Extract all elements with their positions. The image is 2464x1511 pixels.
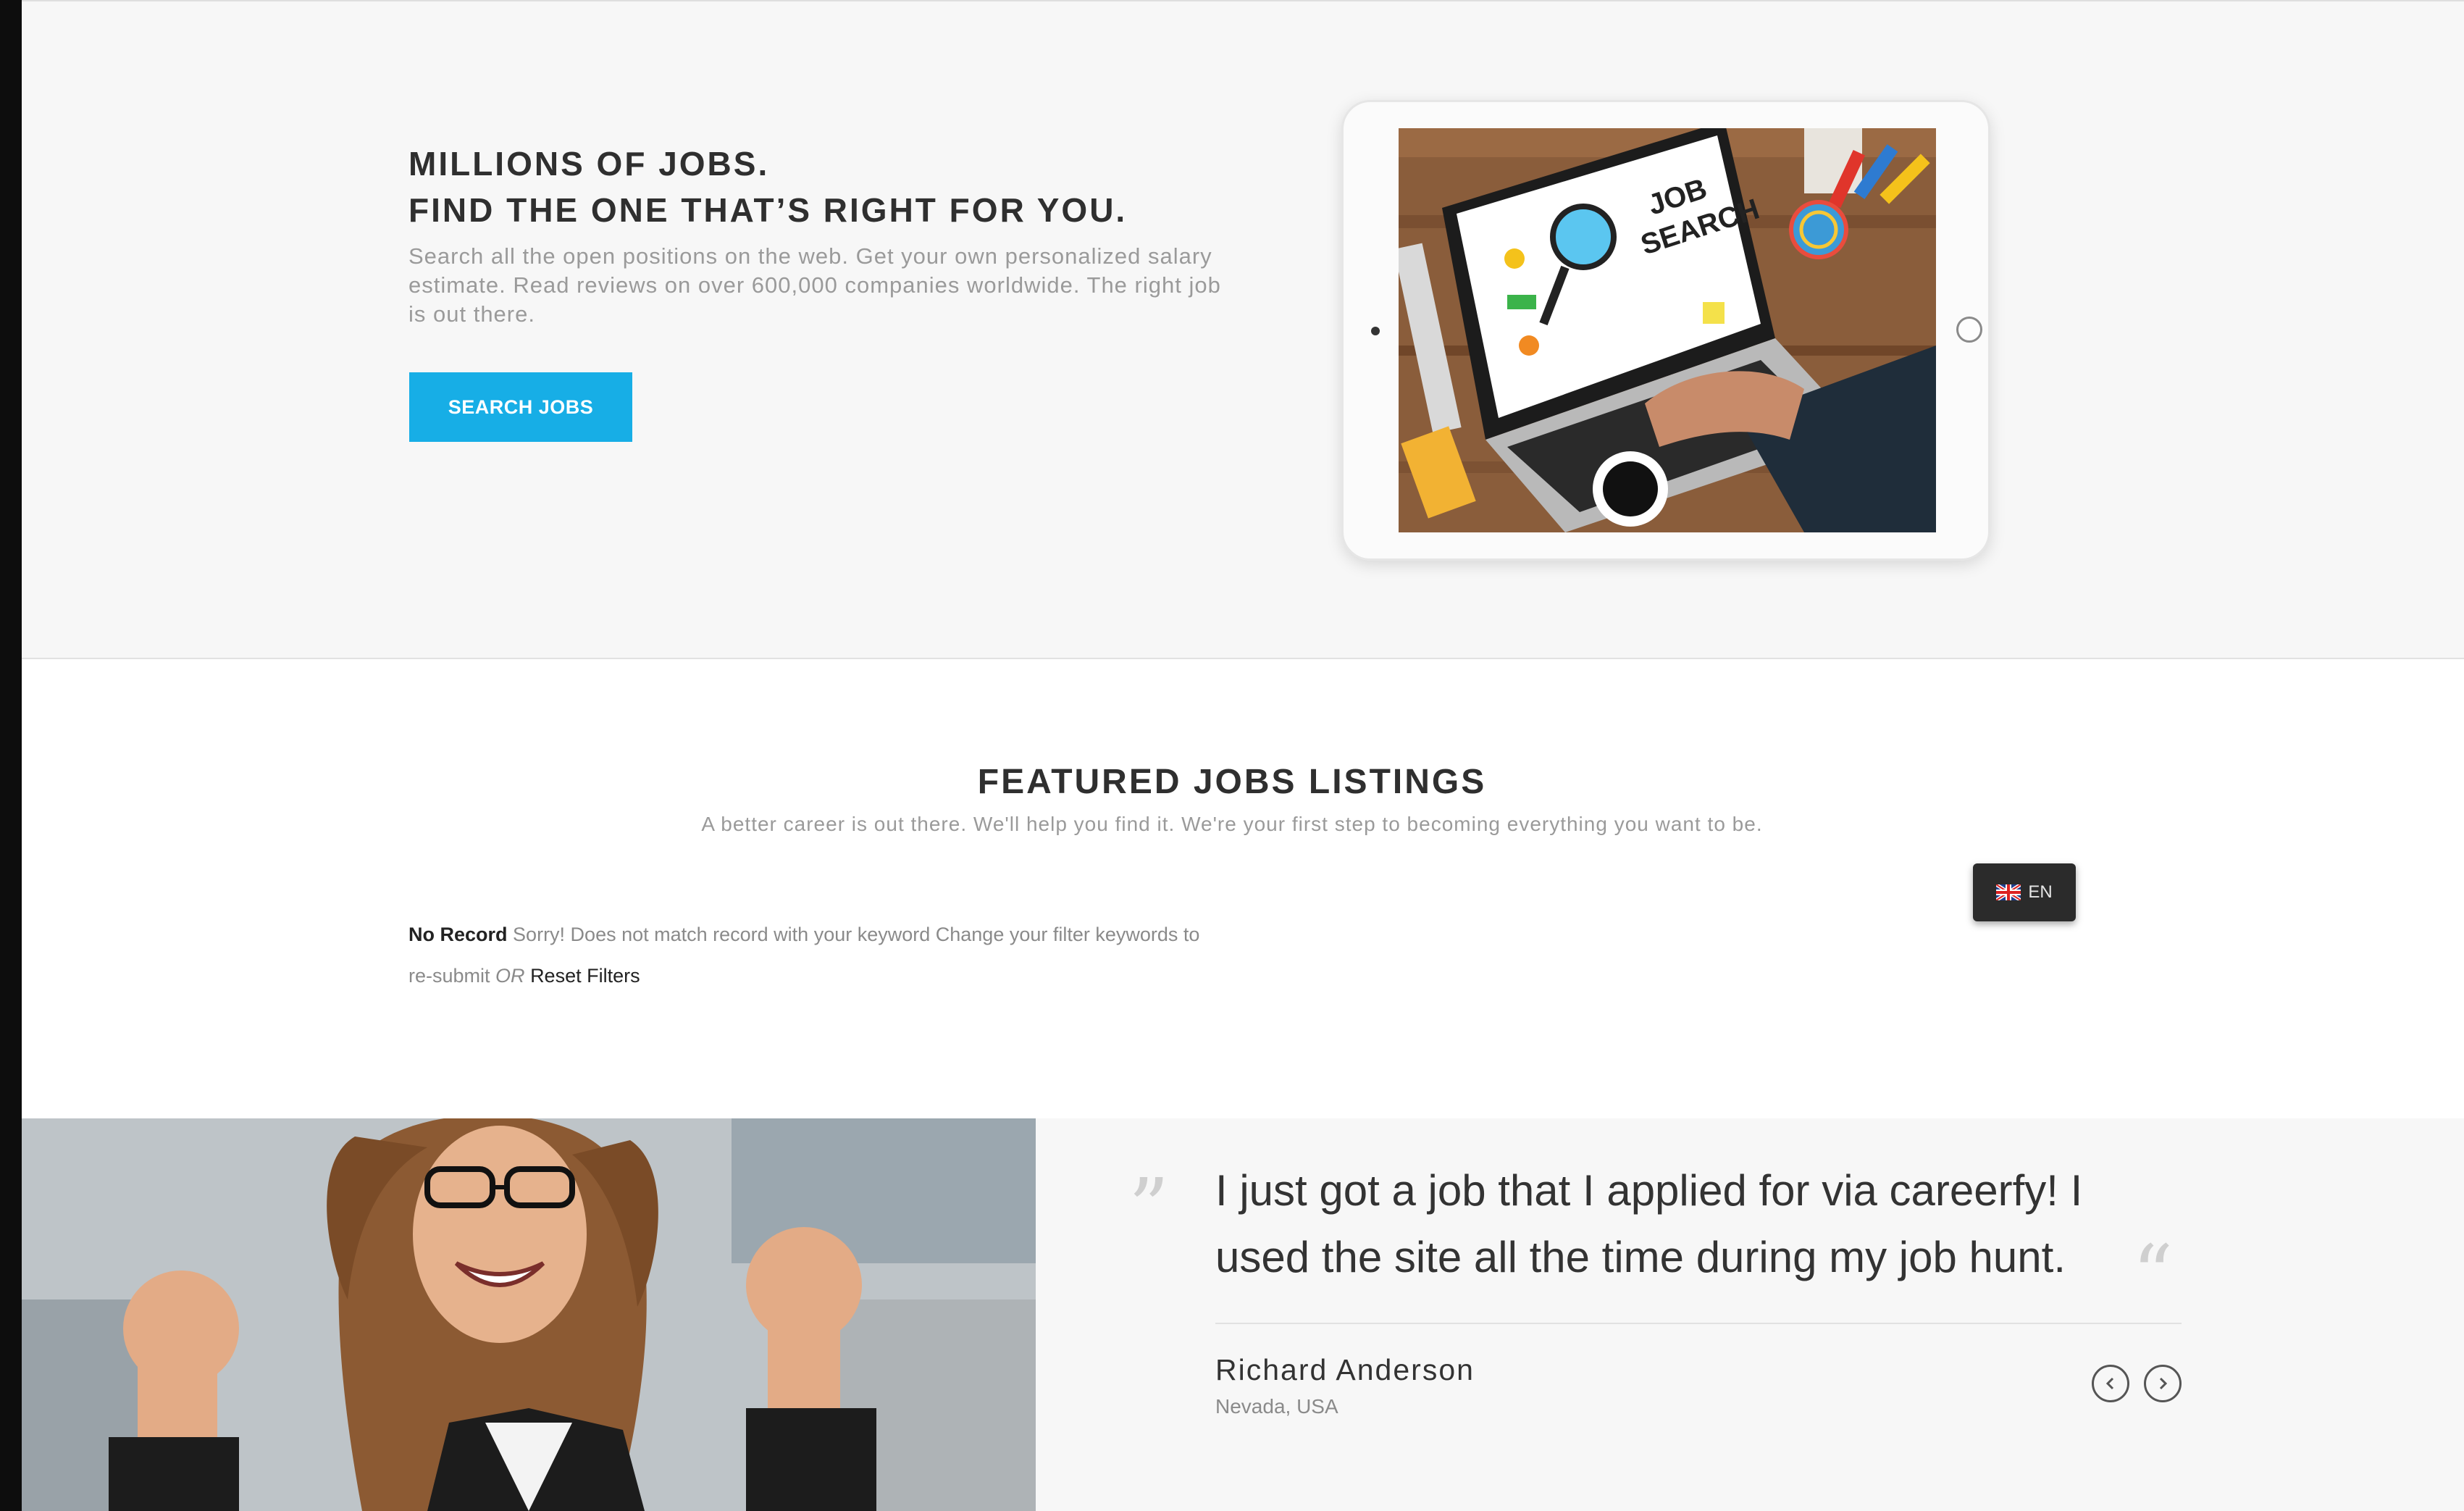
reset-filters-link[interactable]: Reset Filters — [530, 965, 640, 987]
no-record-message: No Record Sorry! Does not match record w… — [408, 914, 1220, 997]
featured-jobs-subtitle: A better career is out there. We'll help… — [701, 813, 1763, 835]
job-search-laptop-image: JOB SEARCH — [1399, 128, 1936, 532]
no-record-label: No Record — [408, 924, 508, 945]
testimonial-next-button[interactable] — [2144, 1365, 2182, 1402]
tablet-mockup: JOB SEARCH — [1341, 100, 1990, 561]
hero-section — [22, 0, 2464, 659]
testimonial-author: Richard Anderson — [1215, 1353, 1475, 1386]
testimonial-divider — [1215, 1323, 2182, 1324]
language-switcher-button[interactable]: EN — [1973, 863, 2076, 921]
open-quote-icon: ” — [1128, 1161, 1170, 1254]
close-quote-icon: “ — [2132, 1228, 2174, 1320]
left-edge-strip — [0, 0, 22, 1511]
chevron-left-icon — [2105, 1377, 2114, 1390]
no-record-text: Sorry! Does not match record with your k… — [408, 924, 1200, 987]
hero-heading: MILLIONS OF JOBS. FIND THE ONE THAT’S RI… — [408, 141, 1127, 233]
tablet-home-button — [1956, 317, 1982, 343]
language-code: EN — [2028, 882, 2053, 902]
hero-heading-line-2: FIND THE ONE THAT’S RIGHT FOR YOU. — [408, 191, 1128, 229]
featured-jobs-title: FEATURED JOBS LISTINGS — [977, 763, 1487, 801]
chevron-right-icon — [2159, 1377, 2168, 1390]
hero-heading-line-1: MILLIONS OF JOBS. — [408, 145, 770, 183]
or-label: OR — [495, 965, 525, 987]
tablet-camera — [1371, 327, 1380, 335]
hero-description: Search all the open positions on the web… — [408, 243, 1221, 327]
uk-flag-icon — [1996, 884, 2021, 900]
testimonial-location: Nevada, USA — [1215, 1395, 1338, 1418]
testimonial-photo — [22, 1118, 1036, 1511]
search-jobs-button[interactable]: SEARCH JOBS — [409, 372, 632, 442]
testimonial-quote: I just got a job that I applied for via … — [1215, 1166, 2083, 1281]
testimonial-prev-button[interactable] — [2092, 1365, 2129, 1402]
